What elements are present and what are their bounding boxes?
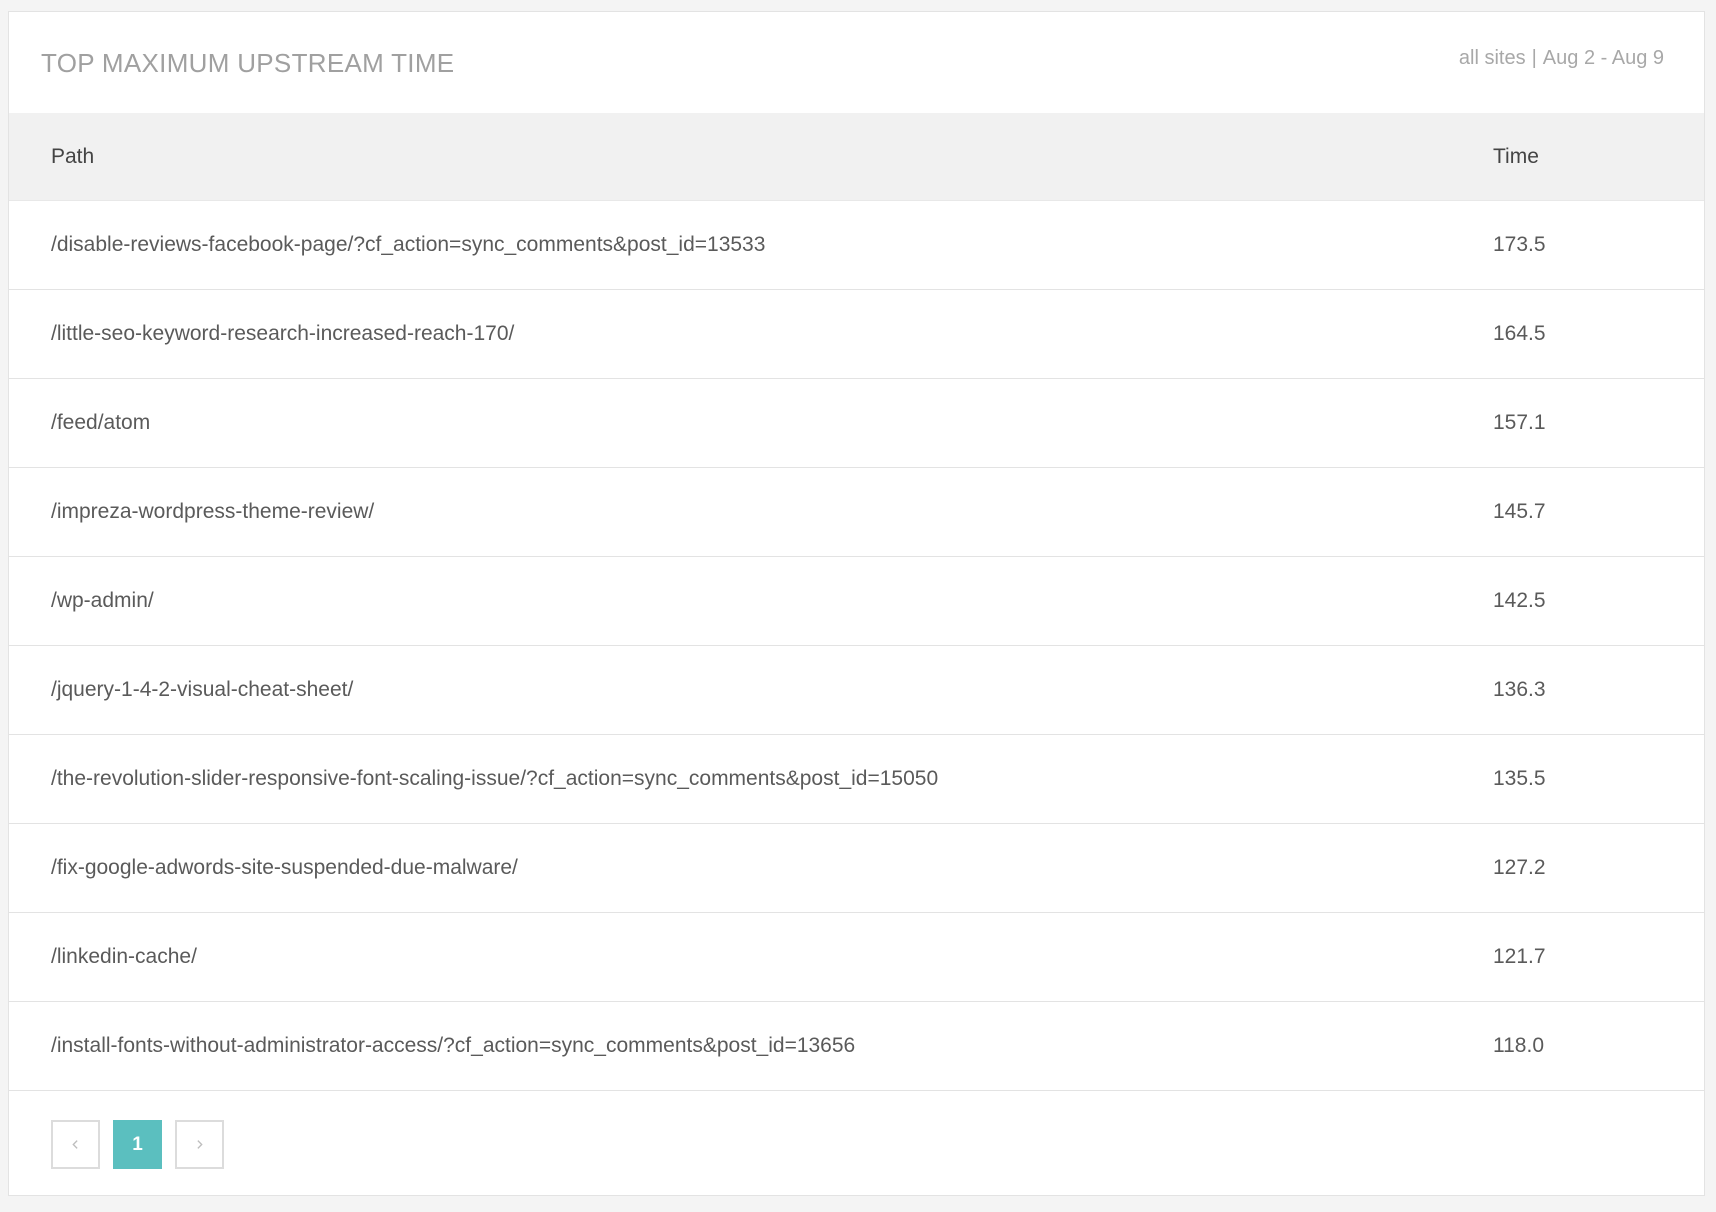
table-header-row: Path Time bbox=[9, 113, 1704, 201]
table-row: /install-fonts-without-administrator-acc… bbox=[9, 1001, 1704, 1091]
row-time: 121.7 bbox=[1493, 912, 1704, 1002]
row-path: /linkedin-cache/ bbox=[9, 912, 1493, 1002]
table-row: /feed/atom 157.1 bbox=[9, 378, 1704, 468]
row-path: /feed/atom bbox=[9, 378, 1493, 468]
panel-header: TOP MAXIMUM UPSTREAM TIME all sites | Aug … bbox=[9, 12, 1704, 113]
column-header-time[interactable]: Time bbox=[1493, 113, 1704, 201]
site-scope-label: all sites bbox=[1458, 47, 1526, 69]
table-row: /fix-google-adwords-site-suspended-due-m… bbox=[9, 823, 1704, 913]
row-time: 136.3 bbox=[1493, 645, 1704, 735]
table-row: /impreza-wordpress-theme-review/ 145.7 bbox=[9, 467, 1704, 557]
column-header-path[interactable]: Path bbox=[9, 113, 1493, 201]
row-time: 157.1 bbox=[1493, 378, 1704, 468]
row-path: /jquery-1-4-2-visual-cheat-sheet/ bbox=[9, 645, 1493, 735]
chevron-right-icon bbox=[197, 1140, 203, 1149]
upstream-time-table: Path Time /disable-reviews-facebook-page… bbox=[9, 113, 1704, 1091]
panel-meta: all sites | Aug 2 - Aug 9 bbox=[1459, 46, 1664, 70]
table-row: /jquery-1-4-2-visual-cheat-sheet/ 136.3 bbox=[9, 645, 1704, 735]
row-time: 118.0 bbox=[1493, 1001, 1704, 1091]
row-time: 135.5 bbox=[1493, 734, 1704, 824]
row-path: /the-revolution-slider-responsive-font-s… bbox=[9, 734, 1493, 824]
row-time: 145.7 bbox=[1493, 467, 1704, 557]
next-page-button[interactable] bbox=[175, 1120, 224, 1169]
row-time: 127.2 bbox=[1493, 823, 1704, 913]
pagination: 1 bbox=[51, 1120, 224, 1169]
upstream-time-panel: TOP MAXIMUM UPSTREAM TIME all sites | Aug … bbox=[8, 11, 1705, 1196]
table-row: /disable-reviews-facebook-page/?cf_actio… bbox=[9, 200, 1704, 290]
page-1-button[interactable]: 1 bbox=[113, 1120, 162, 1169]
row-path: /impreza-wordpress-theme-review/ bbox=[9, 467, 1493, 557]
row-path: /wp-admin/ bbox=[9, 556, 1493, 646]
panel-title: TOP MAXIMUM UPSTREAM TIME bbox=[41, 48, 455, 78]
table-row: /the-revolution-slider-responsive-font-s… bbox=[9, 734, 1704, 824]
row-path: /install-fonts-without-administrator-acc… bbox=[9, 1001, 1493, 1091]
row-path: /fix-google-adwords-site-suspended-due-m… bbox=[9, 823, 1493, 913]
chevron-left-icon bbox=[72, 1140, 78, 1149]
table-row: /wp-admin/ 142.5 bbox=[9, 556, 1704, 646]
row-time: 142.5 bbox=[1493, 556, 1704, 646]
meta-separator: | bbox=[1531, 47, 1537, 69]
table-row: /little-seo-keyword-research-increased-r… bbox=[9, 289, 1704, 379]
row-path: /disable-reviews-facebook-page/?cf_actio… bbox=[9, 200, 1493, 290]
table-row: /linkedin-cache/ 121.7 bbox=[9, 912, 1704, 1002]
row-time: 164.5 bbox=[1493, 289, 1704, 379]
row-time: 173.5 bbox=[1493, 200, 1704, 290]
row-path: /little-seo-keyword-research-increased-r… bbox=[9, 289, 1493, 379]
prev-page-button[interactable] bbox=[51, 1120, 100, 1169]
date-range-label: Aug 2 - Aug 9 bbox=[1542, 47, 1664, 69]
